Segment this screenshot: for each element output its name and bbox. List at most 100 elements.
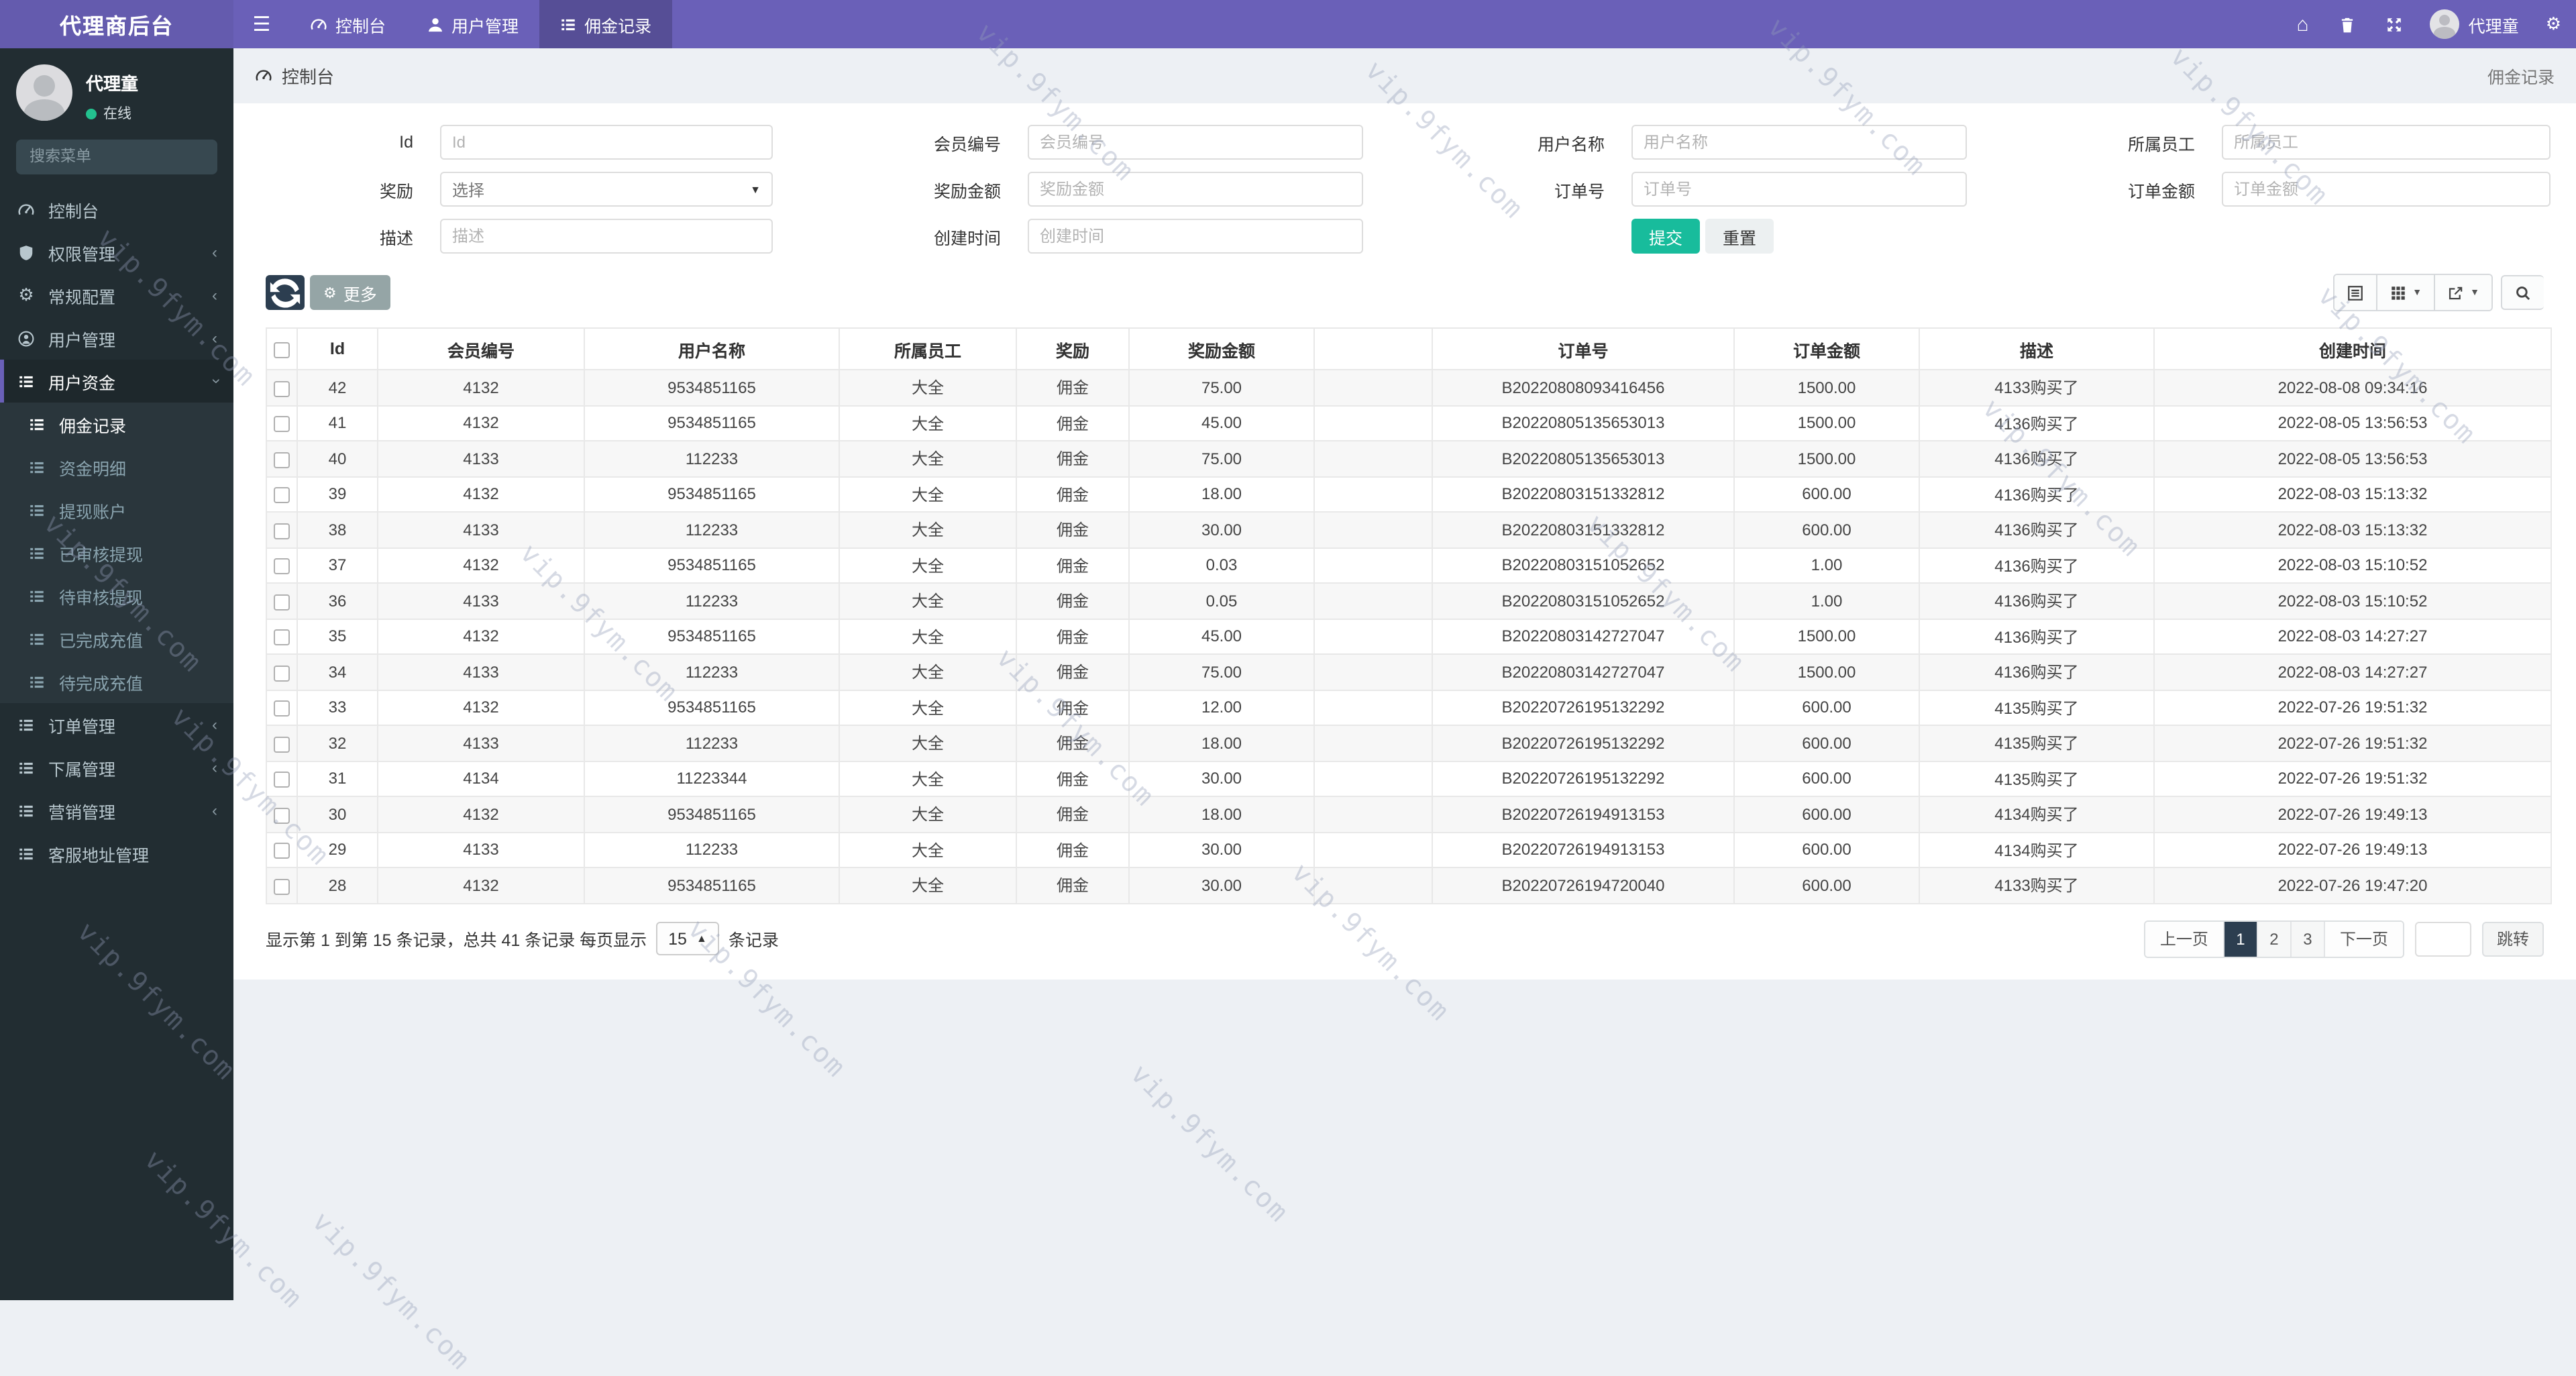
table-cell: B20220803151052652 <box>1432 547 1735 584</box>
page-button-2[interactable]: 2 <box>2257 921 2292 956</box>
list-icon <box>16 845 36 862</box>
sidebar-item-3[interactable]: 用户管理 ‹ <box>0 317 233 360</box>
sidebar-item-1[interactable]: 权限管理 ‹ <box>0 231 233 274</box>
table-row-12: 30 4132 9534851165 大全 佣金 18.00 B20220726194913… <box>266 796 2552 833</box>
search-toggle-button[interactable] <box>2501 275 2544 310</box>
top-nav-item-1[interactable]: 用户管理 <box>406 0 539 48</box>
row-checkbox[interactable] <box>274 736 290 753</box>
home-button[interactable]: ⌂ <box>2282 0 2324 48</box>
filter-buttons: 提交 重置 <box>1631 219 1967 254</box>
row-checkbox[interactable] <box>274 487 290 504</box>
sidebar-subitem-2[interactable]: 提现账户 <box>0 488 233 531</box>
table-cell: 4134 <box>377 760 585 797</box>
row-checkbox[interactable] <box>274 665 290 682</box>
table-cell: 30.00 <box>1128 760 1315 797</box>
settings-button[interactable]: ⚙ <box>2531 0 2576 48</box>
dashboard-icon <box>16 201 36 218</box>
filter-input-3[interactable] <box>2222 125 2551 160</box>
page-button-1[interactable]: 1 <box>2224 921 2258 956</box>
row-checkbox[interactable] <box>274 878 290 895</box>
table-cell: 佣金 <box>1016 369 1130 406</box>
toggle-view-button[interactable] <box>2334 275 2378 310</box>
sidebar-subitem-6[interactable]: 待完成充值 <box>0 660 233 703</box>
menu-search-input[interactable] <box>16 140 217 174</box>
row-checkbox[interactable] <box>274 594 290 611</box>
expand-icon <box>2385 15 2403 33</box>
table-cell: 600.00 <box>1733 831 1920 868</box>
sidebar-item-6[interactable]: 下属管理 ‹ <box>0 746 233 789</box>
user-menu[interactable]: 代理童 <box>2418 9 2531 39</box>
table-row-2: 40 4133 112233 大全 佣金 75.00 B20220805135653013 1… <box>266 440 2552 477</box>
select-all-checkbox[interactable] <box>274 341 290 358</box>
sidebar-item-label: 营销管理 <box>48 803 116 822</box>
page-button-3[interactable]: 3 <box>2291 921 2325 956</box>
sidebar-item-8[interactable]: 客服地址管理 <box>0 832 233 875</box>
gears-icon: ⚙ <box>18 285 34 305</box>
row-checkbox[interactable] <box>274 523 290 539</box>
table-cell: 112233 <box>584 582 840 619</box>
sidebar-subitem-3[interactable]: 已审核提现 <box>0 531 233 574</box>
filter-input-2[interactable] <box>1631 125 1967 160</box>
sidebar-item-7[interactable]: 营销管理 ‹ <box>0 789 233 832</box>
table-cell: 29 <box>297 831 378 868</box>
sidebar-subitem-0[interactable]: 佣金记录 <box>0 403 233 445</box>
table-cell: B20220726194720040 <box>1432 867 1735 904</box>
columns-button[interactable]: ▼ <box>2377 275 2436 310</box>
table-cell: 佣金 <box>1016 582 1130 619</box>
jump-button[interactable]: 跳转 <box>2481 921 2544 956</box>
fullscreen-button[interactable] <box>2371 0 2418 48</box>
filter-input-9[interactable] <box>1028 219 1363 254</box>
row-checkbox[interactable] <box>274 807 290 824</box>
row-checkbox[interactable] <box>274 558 290 575</box>
filter-input-1[interactable] <box>1028 125 1363 160</box>
filter-select-4[interactable]: 选择 ▼ <box>440 172 773 207</box>
next-page-button[interactable]: 下一页 <box>2324 921 2403 956</box>
more-button[interactable]: ⚙ 更多 <box>310 275 390 310</box>
page-size-select[interactable]: 15 ▲ <box>656 922 719 955</box>
clear-cache-button[interactable] <box>2324 0 2371 48</box>
table-cell <box>1313 831 1433 868</box>
row-checkbox[interactable] <box>274 843 290 859</box>
list-icon <box>16 716 36 733</box>
sidebar-item-4[interactable]: 用户资金 ‹ <box>0 360 233 403</box>
sidebar-subitem-1[interactable]: 资金明细 <box>0 445 233 488</box>
table-cell: 45.00 <box>1128 405 1315 441</box>
top-nav-item-0[interactable]: 控制台 <box>290 0 406 48</box>
table-cell: 4132 <box>377 476 585 513</box>
row-checkbox[interactable] <box>274 700 290 717</box>
list-view-icon <box>2348 285 2363 300</box>
sidebar-subitem-5[interactable]: 已完成充值 <box>0 617 233 660</box>
sidebar-toggle-button[interactable]: ☰ <box>233 0 290 48</box>
table-cell <box>1313 440 1433 477</box>
reset-button[interactable]: 重置 <box>1705 219 1774 254</box>
refresh-button[interactable] <box>266 275 305 310</box>
row-checkbox[interactable] <box>274 629 290 646</box>
table-cell: 40 <box>297 440 378 477</box>
sidebar-item-5[interactable]: 订单管理 ‹ <box>0 703 233 746</box>
column-header-8: 订单金额 <box>1733 327 1920 370</box>
list-icon <box>27 587 47 604</box>
sidebar-subitem-4[interactable]: 待审核提现 <box>0 574 233 617</box>
submit-button[interactable]: 提交 <box>1631 219 1701 254</box>
filter-input-0[interactable] <box>440 125 773 160</box>
row-checkbox[interactable] <box>274 452 290 468</box>
sidebar-item-0[interactable]: 控制台 <box>0 188 233 231</box>
row-checkbox[interactable] <box>274 416 290 433</box>
table-row-5: 37 4132 9534851165 大全 佣金 0.03 B202208031510526… <box>266 547 2552 584</box>
filter-input-8[interactable] <box>440 219 773 254</box>
table-cell: 4135购买了 <box>1919 689 2155 726</box>
list-icon <box>16 802 36 819</box>
table-cell: 2022-08-03 15:10:52 <box>2153 582 2552 619</box>
prev-page-button[interactable]: 上一页 <box>2145 921 2224 956</box>
jump-page-input[interactable] <box>2414 921 2471 956</box>
filter-input-6[interactable] <box>1631 172 1967 207</box>
export-button[interactable]: ▼ <box>2435 275 2491 310</box>
sidebar-item-2[interactable]: ⚙ 常规配置 ‹ <box>0 274 233 317</box>
home-icon: ⌂ <box>2296 13 2309 36</box>
filter-input-7[interactable] <box>2222 172 2551 207</box>
table-cell <box>1313 547 1433 584</box>
row-checkbox[interactable] <box>274 380 290 397</box>
row-checkbox[interactable] <box>274 772 290 788</box>
top-nav-item-2[interactable]: 佣金记录 <box>539 0 672 48</box>
filter-input-5[interactable] <box>1028 172 1363 207</box>
